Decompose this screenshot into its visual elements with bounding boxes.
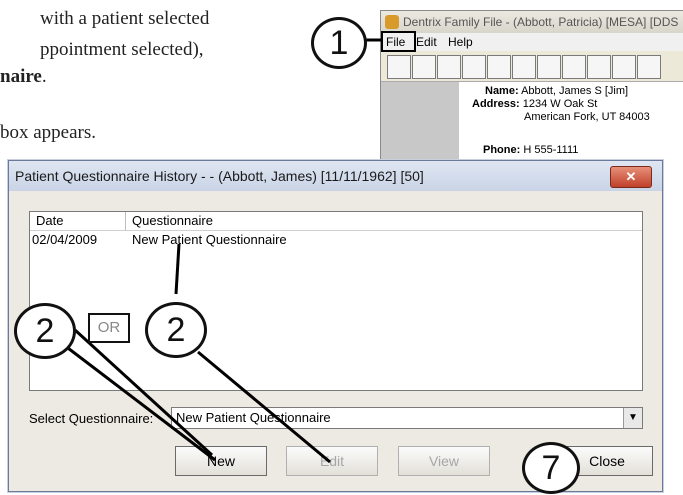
toolbar-form-icon[interactable] xyxy=(537,55,561,79)
toolbar-rx-icon[interactable] xyxy=(637,55,661,79)
callout-2b: 2 xyxy=(145,302,207,358)
dialog-title: Patient Questionnaire History - - (Abbot… xyxy=(15,168,424,184)
list-item[interactable]: 02/04/2009 New Patient Questionnaire xyxy=(30,231,642,249)
toolbar-grid-icon[interactable] xyxy=(612,55,636,79)
family-file-titlebar: Dentrix Family File - (Abbott, Patricia)… xyxy=(381,11,683,33)
doc-line-1: with a patient selected xyxy=(40,8,210,29)
patient-name-row: Name: Abbott, James S [Jim] xyxy=(485,85,628,97)
toolbar-person-icon[interactable] xyxy=(462,55,486,79)
patient-address-row: Address: 1234 W Oak St xyxy=(472,98,597,110)
list-item-date: 02/04/2009 xyxy=(32,232,98,247)
patient-address-2: American Fork, UT 84003 xyxy=(524,111,650,123)
family-file-title: Dentrix Family File - (Abbott, Patricia)… xyxy=(403,15,679,29)
family-file-window: Dentrix Family File - (Abbott, Patricia)… xyxy=(380,10,683,171)
questionnaire-list[interactable]: Date Questionnaire 02/04/2009 New Patien… xyxy=(29,211,643,391)
toolbar-pen-icon[interactable] xyxy=(487,55,511,79)
toolbar-notes-icon[interactable] xyxy=(412,55,436,79)
patient-name: Abbott, James S [Jim] xyxy=(521,85,629,97)
column-questionnaire[interactable]: Questionnaire xyxy=(132,212,213,230)
dialog-close-icon[interactable]: ✕ xyxy=(610,166,652,188)
or-label: OR xyxy=(88,313,130,343)
family-file-toolbar xyxy=(381,51,683,82)
patient-address-1: 1234 W Oak St xyxy=(522,98,598,110)
menu-edit[interactable]: Edit xyxy=(416,33,437,51)
doc-line-3: naire. xyxy=(0,66,47,88)
patient-phone-row: Phone: H 555-1111 xyxy=(483,144,578,156)
toolbar-card-icon[interactable] xyxy=(512,55,536,79)
select-questionnaire-value: New Patient Questionnaire xyxy=(176,410,331,425)
doc-line-2: ppointment selected), xyxy=(40,39,204,60)
toolbar-patient-icon[interactable] xyxy=(387,55,411,79)
select-questionnaire-label: Select Questionnaire: xyxy=(29,411,154,426)
patient-photo-area xyxy=(381,82,459,171)
dentrix-app-icon xyxy=(385,15,399,29)
callout-7: 7 xyxy=(522,442,580,494)
list-item-questionnaire: New Patient Questionnaire xyxy=(132,232,287,247)
patient-info-panel: Name: Abbott, James S [Jim] Address: 123… xyxy=(381,82,683,171)
view-button[interactable]: View xyxy=(398,446,490,476)
toolbar-book-icon[interactable] xyxy=(437,55,461,79)
family-file-menubar: File Edit Help xyxy=(381,33,683,51)
address-label: Address: xyxy=(472,98,520,110)
patient-phone: H 555-1111 xyxy=(523,144,579,156)
menu-help[interactable]: Help xyxy=(448,33,473,51)
column-divider[interactable] xyxy=(125,212,126,230)
new-button[interactable]: New xyxy=(175,446,267,476)
toolbar-clock-icon[interactable] xyxy=(562,55,586,79)
callout-2a: 2 xyxy=(14,303,76,359)
callout-1: 1 xyxy=(311,17,367,69)
doc-line-3-bold: naire xyxy=(0,66,42,87)
edit-button[interactable]: Edit xyxy=(286,446,378,476)
phone-label: Phone: xyxy=(483,144,521,156)
select-questionnaire-dropdown[interactable]: New Patient Questionnaire ▼ xyxy=(171,407,643,429)
doc-line-3-end: . xyxy=(41,66,47,87)
column-date[interactable]: Date xyxy=(36,212,63,230)
chevron-down-icon[interactable]: ▼ xyxy=(623,408,642,428)
file-menu-highlight xyxy=(381,31,416,52)
doc-line-4: box appears. xyxy=(0,122,97,143)
toolbar-email-icon[interactable] xyxy=(587,55,611,79)
dialog-titlebar: Patient Questionnaire History - - (Abbot… xyxy=(9,161,662,191)
list-header: Date Questionnaire xyxy=(30,212,642,231)
name-label: Name: xyxy=(485,85,519,97)
